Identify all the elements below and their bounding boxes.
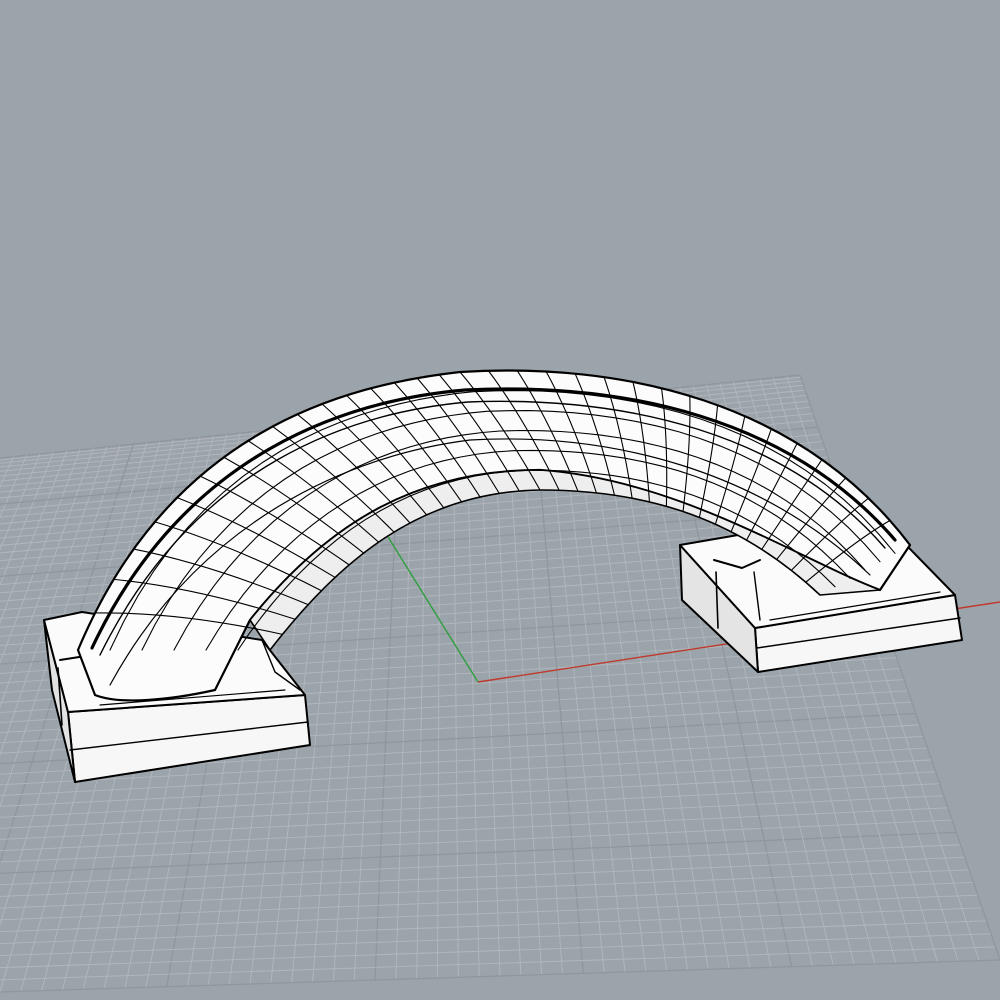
viewport-canvas[interactable] — [0, 0, 1000, 1000]
perspective-viewport[interactable] — [0, 0, 1000, 1000]
